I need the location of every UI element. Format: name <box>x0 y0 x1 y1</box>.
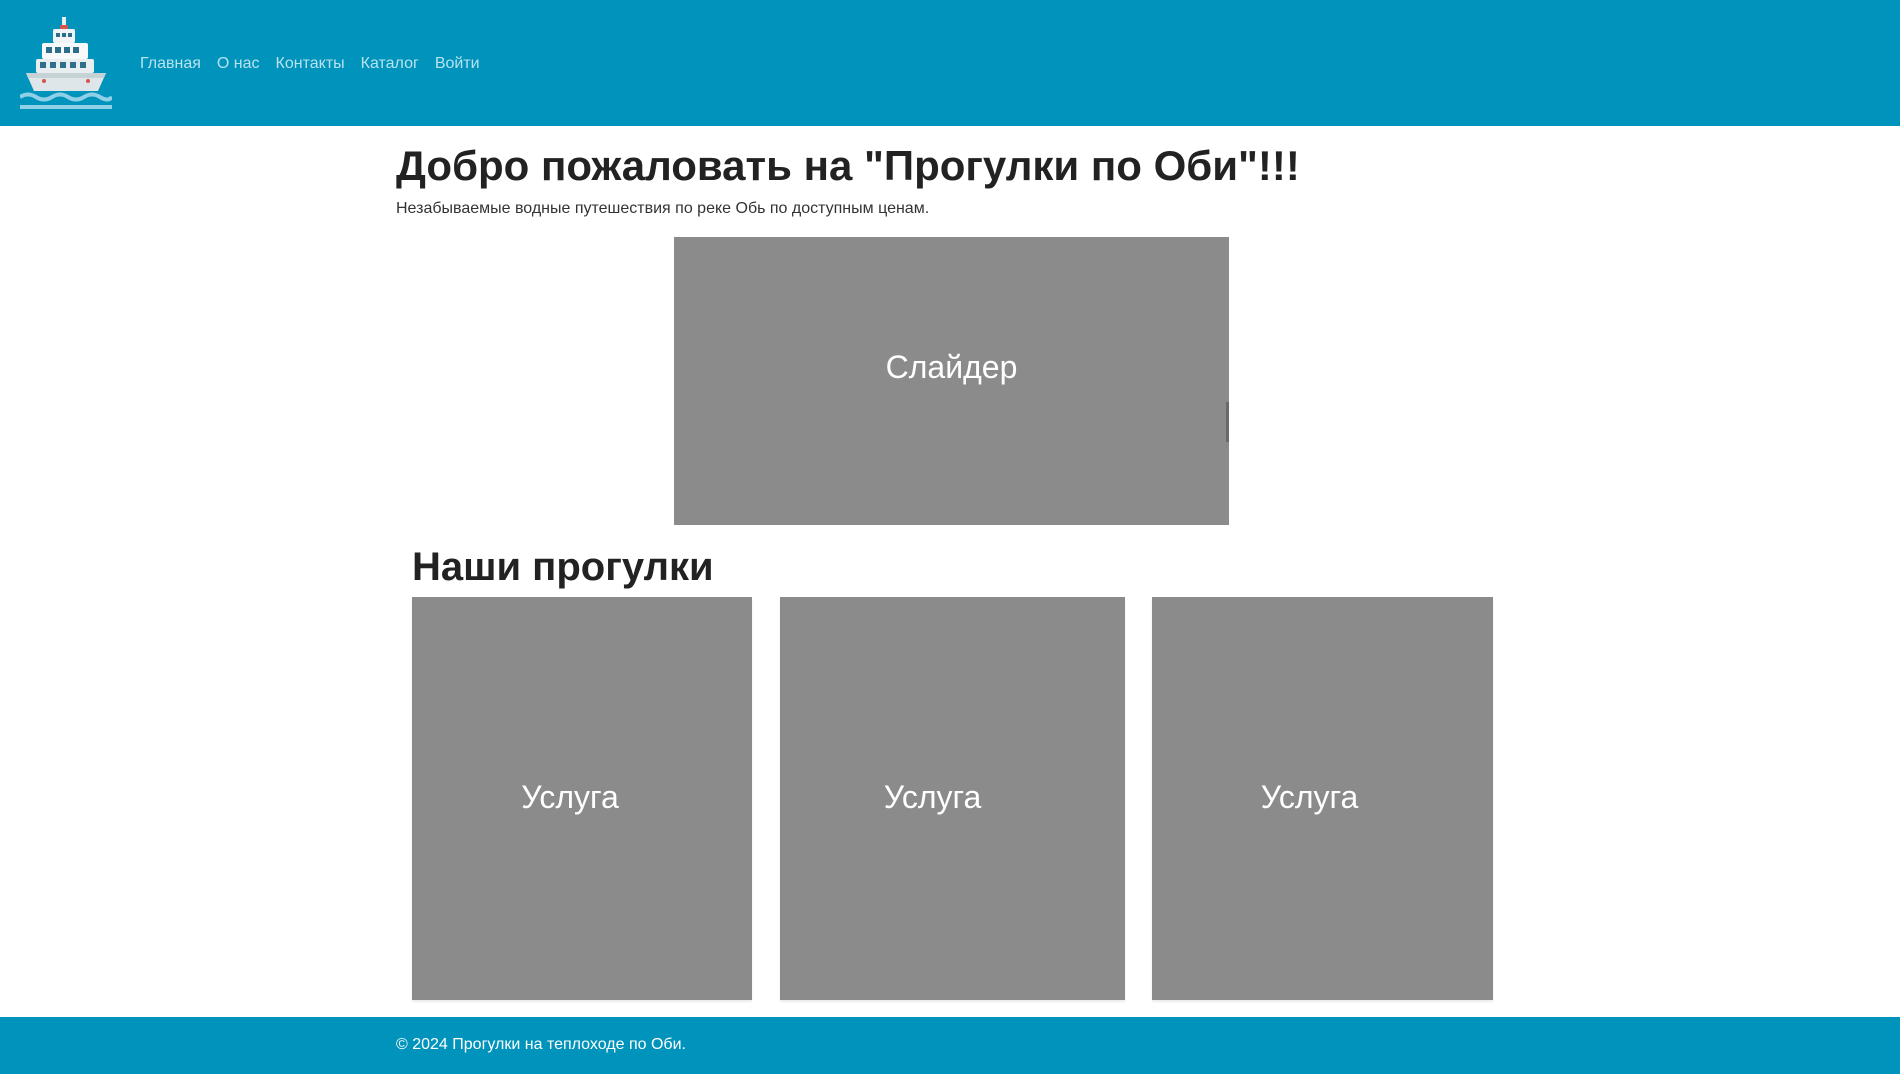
slider-label: Слайдер <box>885 349 1018 385</box>
page-title: Добро пожаловать на "Прогулки по Оби"!!! <box>396 142 1300 189</box>
service-card[interactable]: Услуга <box>1152 597 1493 1000</box>
service-card[interactable]: Услуга <box>412 597 752 1000</box>
slider-handle[interactable] <box>1226 402 1229 442</box>
nav-link-about[interactable]: О нас <box>217 53 260 75</box>
nav-link-login[interactable]: Войти <box>435 53 480 75</box>
nav-link-catalog[interactable]: Каталог <box>361 53 419 75</box>
services-title: Наши прогулки <box>412 545 714 589</box>
service-card-label: Услуга <box>1260 779 1359 815</box>
service-card-label: Услуга <box>883 779 982 815</box>
page-subtitle: Незабываемые водные путешествия по реке … <box>396 200 930 217</box>
image-slider[interactable]: Слайдер <box>674 237 1229 525</box>
service-card[interactable]: Услуга <box>780 597 1125 1000</box>
main-nav: Главная О нас Контакты Каталог Войти <box>140 53 480 75</box>
site-footer: © 2024 Прогулки на теплоходе по Оби. <box>0 1017 1900 1074</box>
nav-link-home[interactable]: Главная <box>140 53 201 75</box>
site-header: Главная О нас Контакты Каталог Войти <box>0 0 1900 126</box>
service-card-label: Услуга <box>521 779 619 815</box>
copyright-text: © 2024 Прогулки на теплоходе по Оби. <box>396 1036 686 1053</box>
nav-link-contacts[interactable]: Контакты <box>276 53 345 75</box>
ship-icon[interactable] <box>18 17 114 111</box>
